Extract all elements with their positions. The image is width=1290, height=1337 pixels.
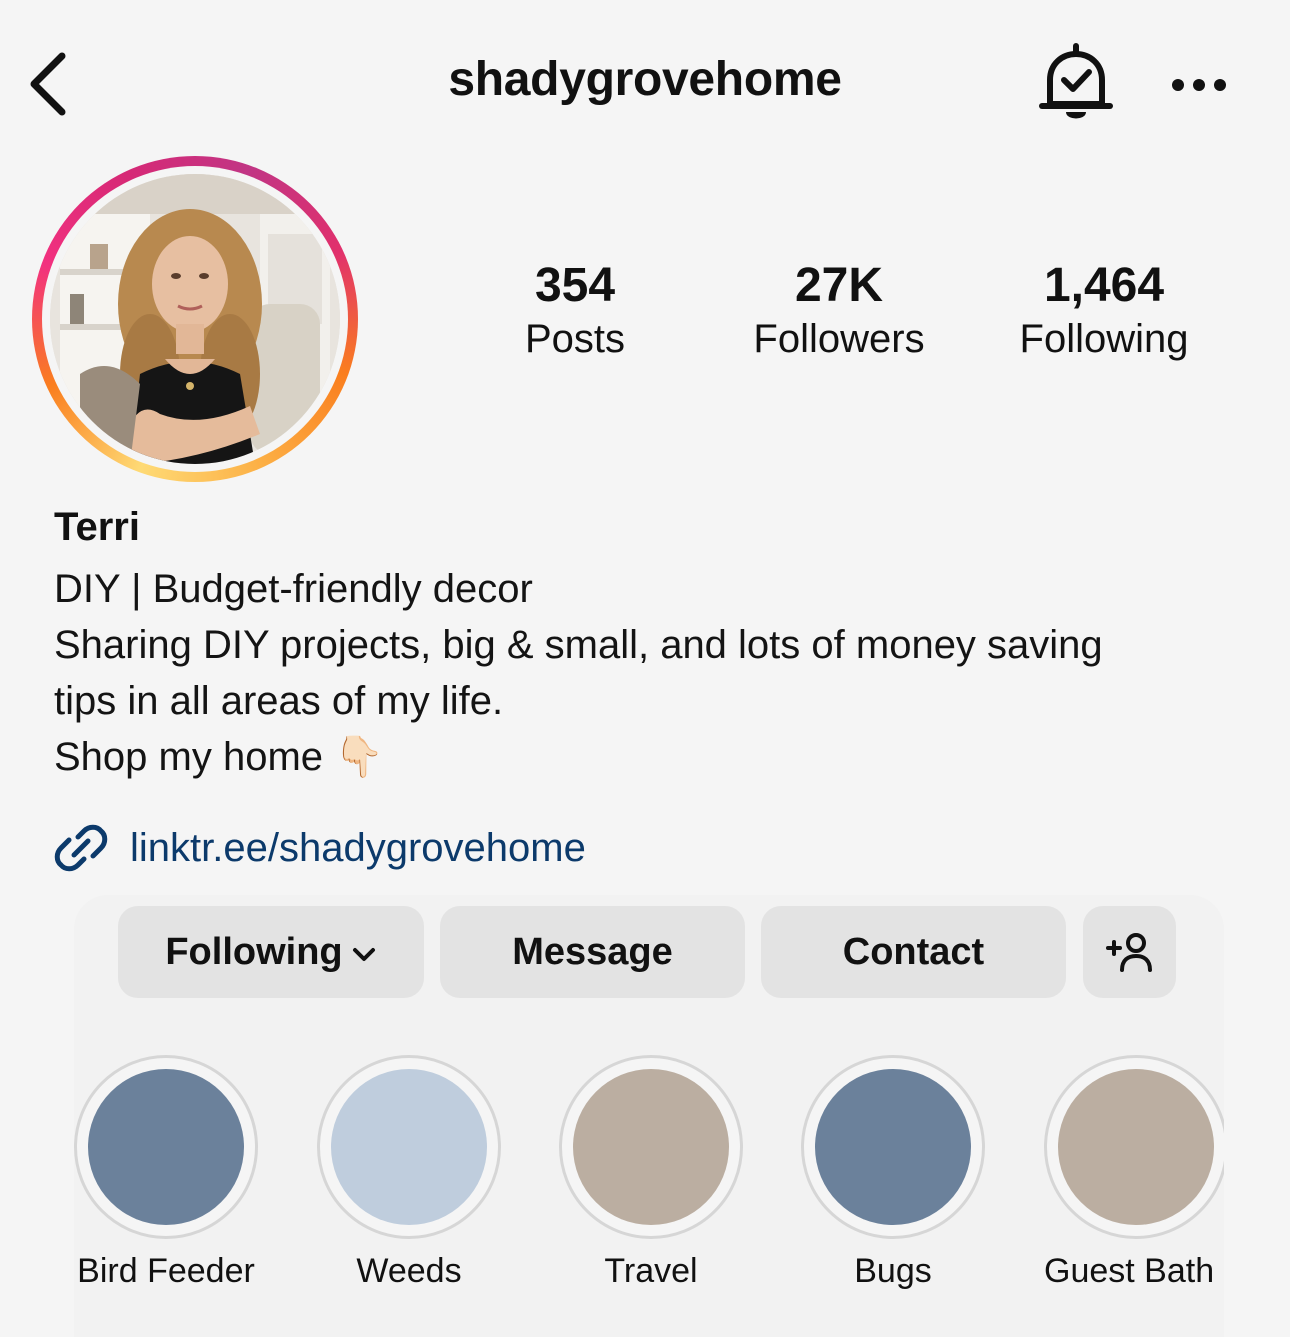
highlight-ring: [559, 1055, 743, 1239]
highlight-ring: [317, 1055, 501, 1239]
highlight-ring: [74, 1055, 258, 1239]
followers-stat[interactable]: 27K Followers: [719, 258, 959, 364]
highlight-weeds[interactable]: [317, 1055, 501, 1239]
highlight-label: Weeds: [356, 1252, 462, 1290]
following-count: 1,464: [1043, 259, 1165, 312]
bio-line: Shop my home 👇🏻: [54, 735, 384, 779]
highlight-travel[interactable]: [559, 1055, 743, 1239]
followers-label: Followers: [753, 317, 925, 361]
following-label: Following: [1019, 317, 1189, 361]
following-button[interactable]: Following: [118, 906, 424, 998]
highlight-bugs[interactable]: [801, 1055, 985, 1239]
highlight-cover: [573, 1069, 729, 1225]
highlight-label: Travel: [604, 1252, 698, 1290]
notification-bell-check-icon: [1039, 43, 1113, 119]
contact-button[interactable]: Contact: [761, 906, 1066, 998]
highlight-cover: [88, 1069, 244, 1225]
highlight-label: Bird Feeder: [77, 1252, 255, 1290]
message-button-label: Message: [512, 930, 673, 973]
posts-count: 354: [534, 259, 616, 312]
following-button-label: Following: [165, 930, 343, 973]
add-person-icon: [1105, 933, 1152, 972]
posts-stat[interactable]: 354 Posts: [455, 258, 695, 364]
following-stat[interactable]: 1,464 Following: [984, 258, 1224, 364]
chevron-down-icon: [351, 931, 377, 974]
highlight-cover: [815, 1069, 971, 1225]
link-text: linktr.ee/shadygrovehome: [130, 825, 586, 870]
message-button[interactable]: Message: [440, 906, 745, 998]
avatar[interactable]: [50, 174, 340, 464]
highlight-guest-bath[interactable]: [1044, 1055, 1224, 1245]
highlight-cover: [331, 1069, 487, 1225]
bio-line: tips in all areas of my life.: [54, 679, 504, 723]
posts-label: Posts: [524, 317, 626, 361]
followers-count: 27K: [794, 259, 884, 312]
highlight-cover: [1058, 1069, 1214, 1225]
highlight-label: Bugs: [854, 1252, 932, 1290]
more-options-icon: [1172, 79, 1226, 91]
highlight-label: Guest Bath: [1044, 1252, 1215, 1290]
contact-button-label: Contact: [842, 930, 985, 973]
link-icon: [54, 824, 108, 872]
bio-line: DIY | Budget-friendly decor: [54, 567, 533, 611]
more-options-button[interactable]: [1166, 62, 1232, 108]
highlight-bird-feeder[interactable]: [74, 1055, 258, 1239]
suggested-accounts-button[interactable]: [1083, 906, 1176, 998]
profile-link[interactable]: linktr.ee/shadygrovehome: [52, 820, 586, 876]
highlight-ring: [801, 1055, 985, 1239]
notifications-button[interactable]: [1036, 42, 1116, 126]
profile-name: Terri: [54, 505, 140, 549]
highlight-ring: [1044, 1055, 1224, 1239]
bio-line: Sharing DIY projects, big & small, and l…: [54, 623, 1103, 667]
